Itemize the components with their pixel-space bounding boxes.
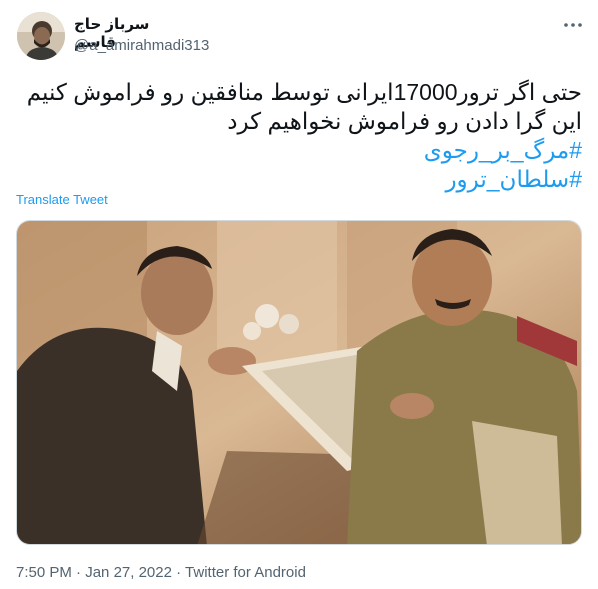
user-handle[interactable]: @a_amirahmadi313 [74,37,209,54]
tweet-text-line: حتی اگر ترور17000ایرانی توسط منافقین رو … [26,79,582,105]
tweet-meta: 7:50 PM · Jan 27, 2022 · Twitter for And… [16,564,306,581]
more-horizontal-icon[interactable] [562,14,584,36]
translate-tweet-link[interactable]: Translate Tweet [16,192,108,207]
tweet-text-line: این گرا دادن رو فراموش نخواهیم کرد [227,108,582,134]
tweet-time[interactable]: 7:50 PM [16,564,72,581]
avatar[interactable] [17,12,65,60]
tweet-card: سرباز حاج قاسم @a_amirahmadi313 حتی اگر … [0,0,598,589]
hashtag-link[interactable]: #سلطان_ترور [16,165,582,194]
hashtag-link[interactable]: #مرگ_بر_رجوی [16,136,582,165]
tweet-date[interactable]: Jan 27, 2022 [85,564,172,581]
meta-separator: · [71,564,86,581]
tweet-photo[interactable] [16,220,582,545]
tweet-source[interactable]: Twitter for Android [185,564,306,581]
meta-separator: · [171,564,186,581]
